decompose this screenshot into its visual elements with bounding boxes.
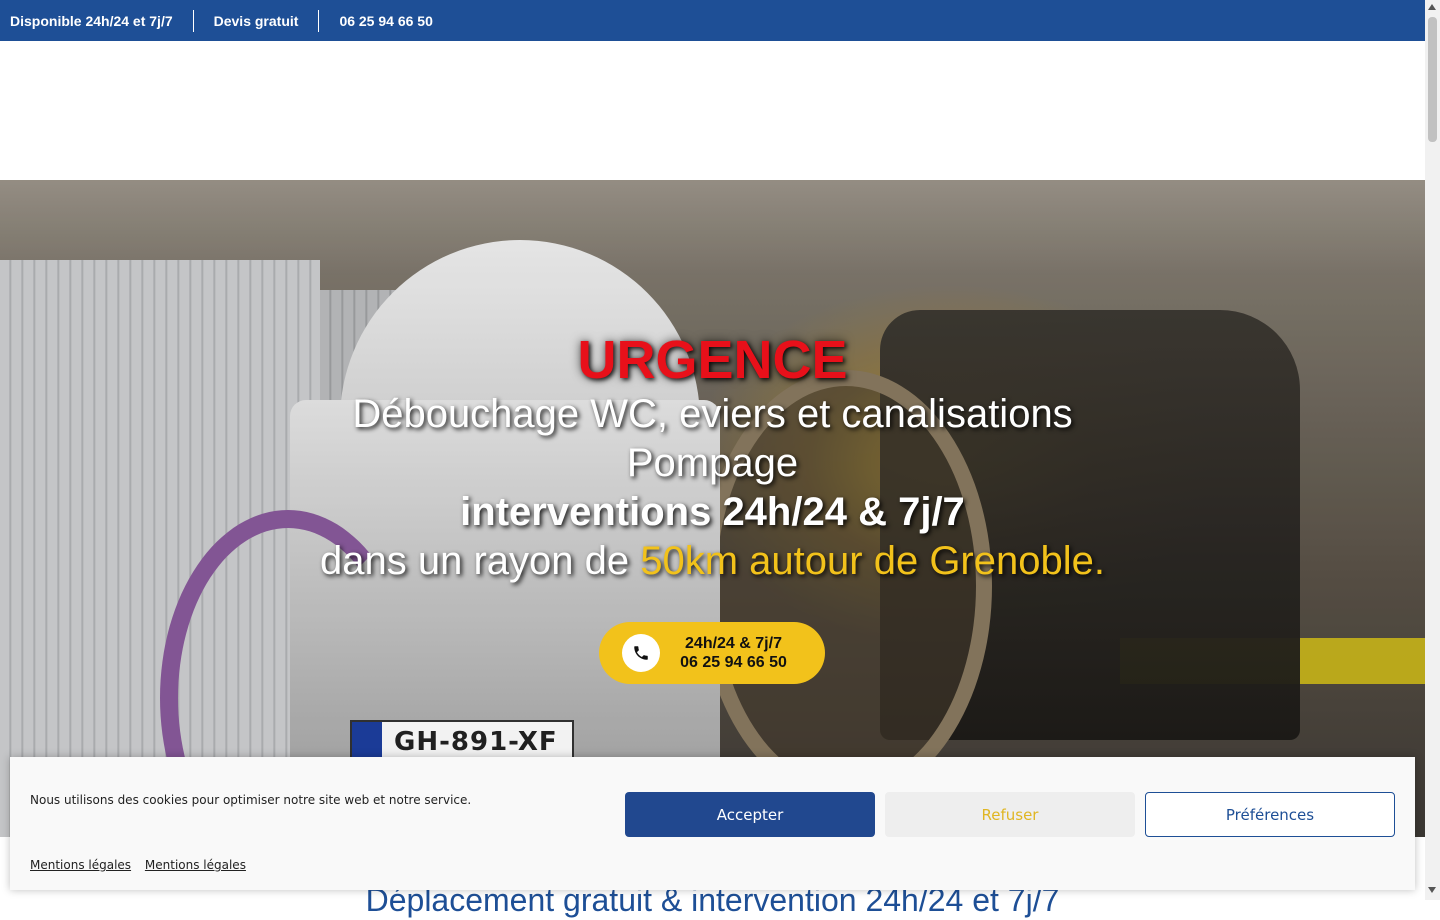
hero-section: GH-891-XF URGENCE Débouchage WC, eviers … xyxy=(0,180,1425,837)
cookie-banner: Nous utilisons des cookies pour optimise… xyxy=(10,757,1415,890)
hero-headline: URGENCE Débouchage WC, eviers et canalis… xyxy=(0,330,1425,586)
hero-line-pompage: Pompage xyxy=(626,441,799,485)
urgence-title: URGENCE xyxy=(577,330,848,390)
hero-line-rayon-prefix: dans un rayon de xyxy=(320,539,641,583)
top-bar: Disponible 24h/24 et 7j/7 Devis gratuit … xyxy=(0,0,1425,41)
call-now-button[interactable]: 24h/24 & 7j/7 06 25 94 66 50 xyxy=(599,622,825,684)
availability-text: Disponible 24h/24 et 7j/7 xyxy=(10,12,173,29)
cookie-message: Nous utilisons des cookies pour optimise… xyxy=(30,793,472,807)
phone-link[interactable]: 06 25 94 66 50 xyxy=(319,11,452,31)
page-scrollbar[interactable] xyxy=(1425,0,1440,900)
hero-line-rayon-highlight: 50km autour de Grenoble. xyxy=(640,539,1105,583)
scroll-up-icon[interactable] xyxy=(1428,4,1436,10)
free-quote-link[interactable]: Devis gratuit xyxy=(194,11,319,31)
phone-icon xyxy=(622,634,660,672)
cta-phone: 06 25 94 66 50 xyxy=(680,654,787,671)
cookie-links: Mentions légales Mentions légales xyxy=(30,858,256,872)
accept-cookies-button[interactable]: Accepter xyxy=(625,792,875,837)
cta-hours: 24h/24 & 7j/7 xyxy=(685,635,782,652)
legal-notice-link[interactable]: Mentions légales xyxy=(145,858,246,872)
hero-line-interventions: interventions 24h/24 & 7j/7 xyxy=(460,490,965,534)
scroll-down-icon[interactable] xyxy=(1428,887,1436,893)
cookie-preferences-button[interactable]: Préférences xyxy=(1145,792,1395,837)
refuse-cookies-button[interactable]: Refuser xyxy=(885,792,1135,837)
site-header xyxy=(0,41,1425,180)
hero-line-rayon: dans un rayon de 50km autour de Grenoble… xyxy=(0,537,1425,586)
call-now-text: 24h/24 & 7j/7 06 25 94 66 50 xyxy=(660,634,825,672)
scrollbar-thumb[interactable] xyxy=(1428,17,1437,142)
hero-line-debouchage: Débouchage WC, eviers et canalisations xyxy=(352,392,1073,436)
legal-notice-link[interactable]: Mentions légales xyxy=(30,858,131,872)
